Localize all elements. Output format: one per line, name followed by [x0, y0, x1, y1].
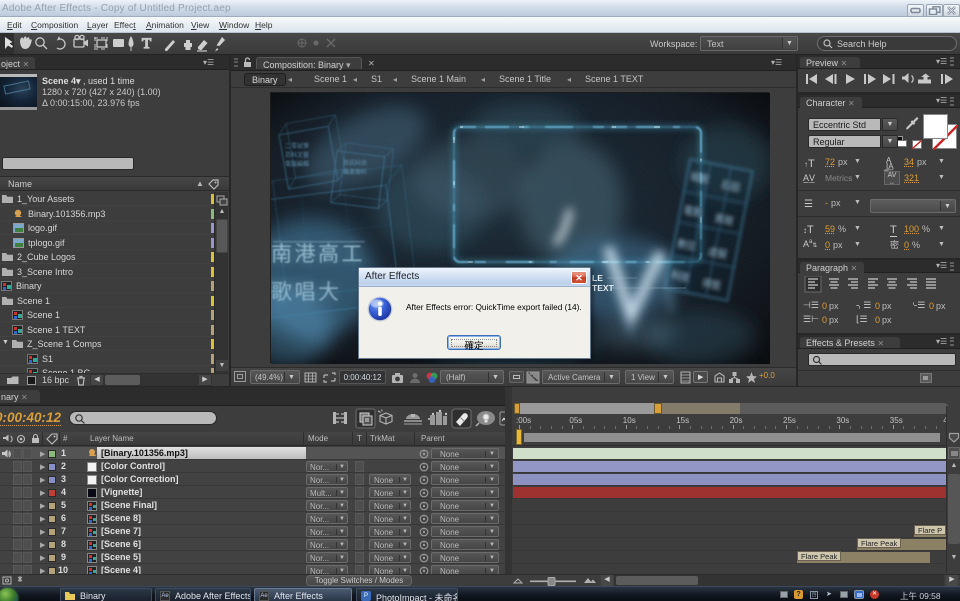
svg-text:T: T: [142, 36, 151, 52]
